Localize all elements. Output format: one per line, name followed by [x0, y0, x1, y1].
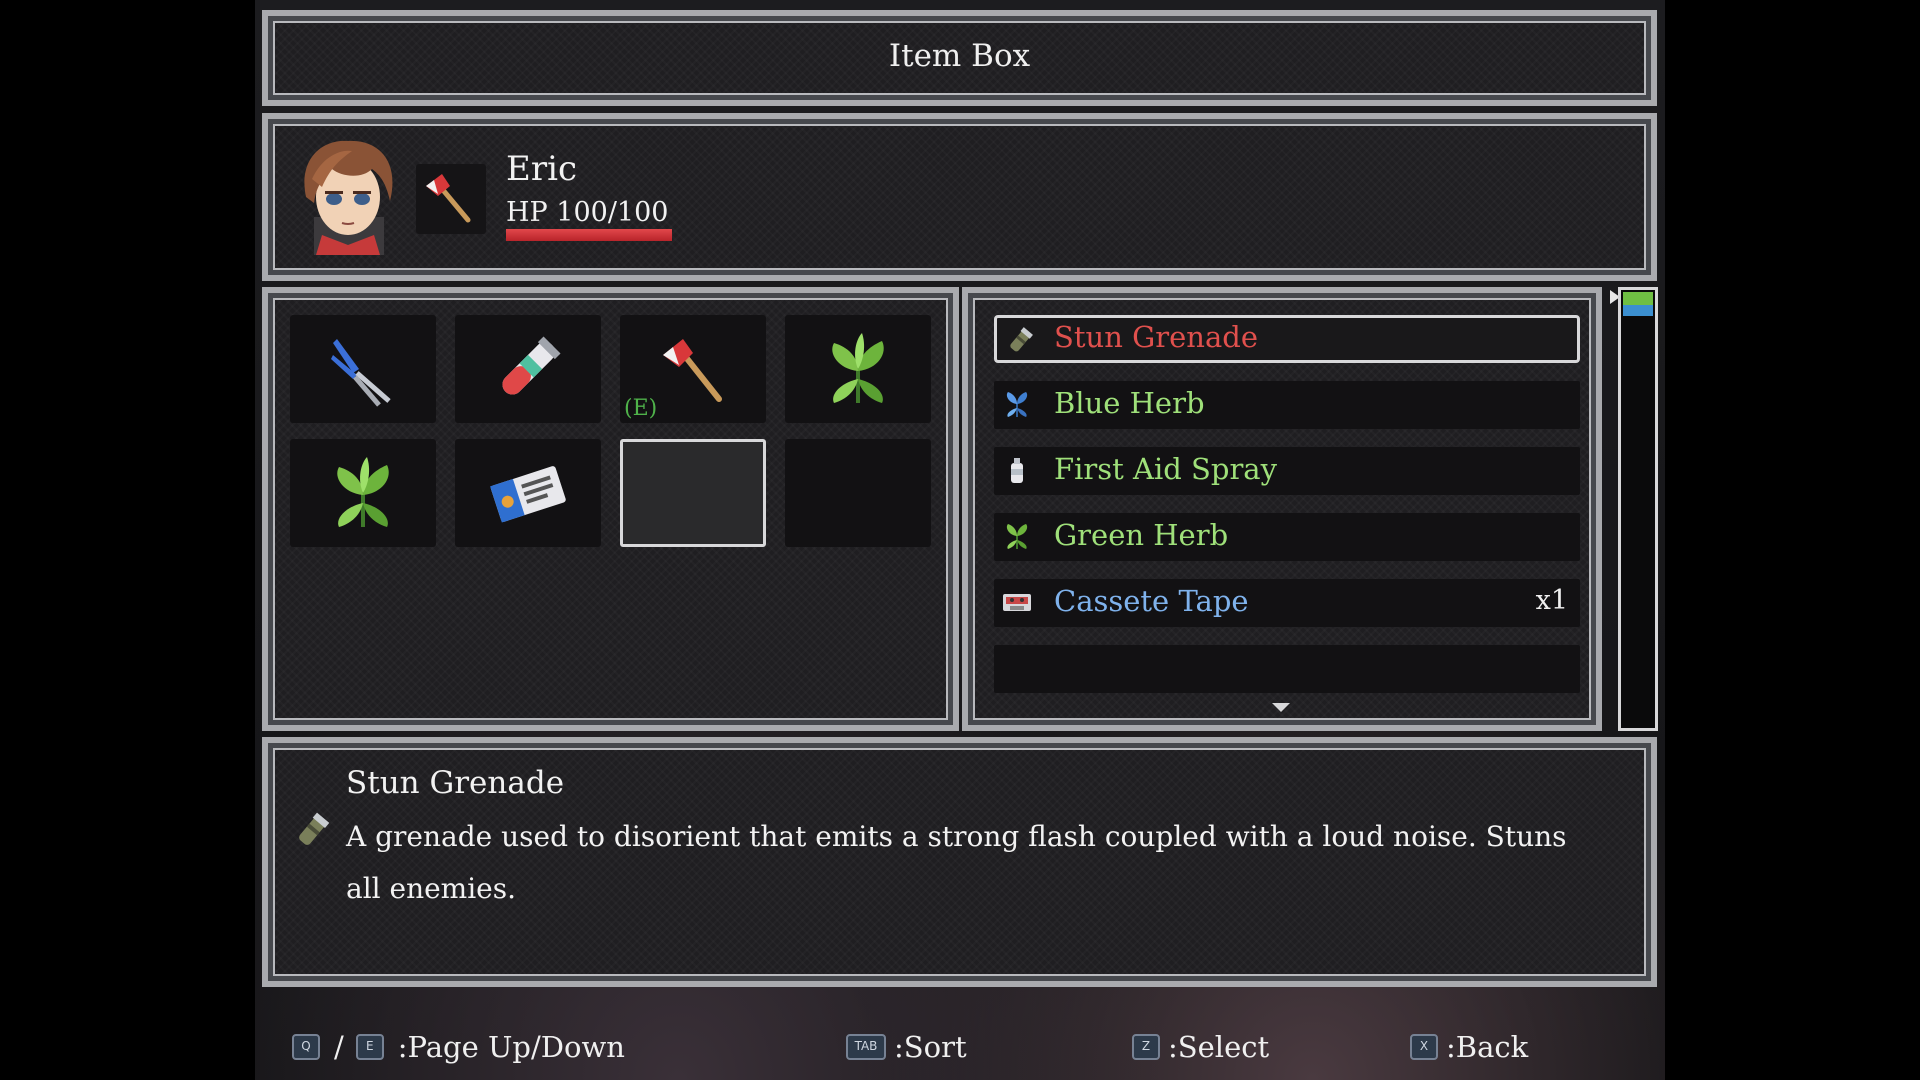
description-panel: Stun Grenade A grenade used to disorient… — [262, 737, 1657, 987]
page-hint: Q / E :Page Up/Down — [292, 1030, 625, 1064]
grid-slot[interactable]: (E) — [620, 315, 766, 423]
list-item[interactable]: First Aid Spray — [994, 447, 1580, 495]
list-item[interactable]: Green Herb — [994, 513, 1580, 561]
list-item-name: Blue Herb — [1054, 386, 1205, 420]
test-tube-icon — [502, 336, 561, 395]
grid-slot[interactable] — [455, 439, 601, 547]
grid-slot-selected[interactable] — [620, 439, 766, 547]
green-herb-icon — [832, 333, 884, 403]
list-item-name: Cassete Tape — [1054, 584, 1249, 618]
x-key-icon: X — [1410, 1034, 1438, 1060]
spray-icon — [1011, 458, 1023, 483]
character-hp: HP 100/100 — [506, 197, 669, 228]
window-title: Item Box — [888, 38, 1031, 74]
list-item-name: Green Herb — [1054, 518, 1229, 552]
list-item[interactable]: Stun Grenade — [994, 315, 1580, 363]
back-hint: X :Back — [1410, 1030, 1528, 1064]
bolt-cutter-icon — [331, 339, 391, 407]
page-separator: / — [334, 1030, 344, 1064]
green-herb-icon — [337, 457, 389, 527]
page-hint-label: :Page Up/Down — [397, 1030, 625, 1064]
axe-icon — [426, 174, 471, 223]
green-herb-icon — [1006, 524, 1028, 549]
hp-bar-fill — [506, 229, 672, 241]
character-portrait — [292, 139, 404, 255]
select-hint-label: :Select — [1168, 1030, 1270, 1064]
grenade-icon — [299, 812, 330, 845]
equipped-tag: (E) — [624, 396, 658, 421]
tab-key-icon: TAB — [846, 1034, 886, 1060]
scrollbar[interactable] — [1618, 287, 1658, 731]
item-list-panel: Stun Grenade Blue Herb First Aid Spray G… — [962, 287, 1602, 731]
description-text: A grenade used to disorient that emits a… — [346, 820, 1567, 905]
item-grid-panel: (E) — [262, 287, 959, 731]
list-item-name: Stun Grenade — [1054, 320, 1258, 354]
sort-hint-label: :Sort — [894, 1030, 967, 1064]
list-item-name: First Aid Spray — [1054, 452, 1277, 486]
q-key-icon: Q — [292, 1034, 320, 1060]
scrollbar-thumb[interactable] — [1623, 292, 1653, 316]
list-item[interactable]: Blue Herb — [994, 381, 1580, 429]
grid-slot[interactable] — [455, 315, 601, 423]
sort-hint: TAB :Sort — [846, 1030, 967, 1064]
hp-bar — [506, 229, 672, 241]
cassette-icon — [1003, 594, 1031, 611]
grid-slot[interactable] — [290, 315, 436, 423]
title-panel: Item Box — [262, 10, 1657, 106]
description-title: Stun Grenade — [346, 765, 565, 801]
keycard-icon — [490, 466, 566, 523]
list-item-empty — [994, 645, 1580, 693]
select-hint: Z :Select — [1132, 1030, 1269, 1064]
z-key-icon: Z — [1132, 1034, 1160, 1060]
grenade-icon — [1010, 327, 1033, 352]
character-panel: Eric HP 100/100 — [262, 113, 1657, 281]
axe-icon — [663, 339, 722, 402]
equipped-weapon-slot — [416, 164, 486, 234]
blue-herb-icon — [1006, 392, 1028, 417]
list-item-qty: x1 — [1535, 585, 1568, 616]
e-key-icon: E — [355, 1034, 384, 1060]
character-name: Eric — [506, 149, 577, 189]
scroll-down-arrow-icon[interactable] — [1272, 703, 1290, 712]
list-item[interactable]: Cassete Tape x1 — [994, 579, 1580, 627]
grid-slot[interactable] — [785, 439, 931, 547]
grid-slot[interactable] — [785, 315, 931, 423]
back-hint-label: :Back — [1446, 1030, 1529, 1064]
grid-slot[interactable] — [290, 439, 436, 547]
